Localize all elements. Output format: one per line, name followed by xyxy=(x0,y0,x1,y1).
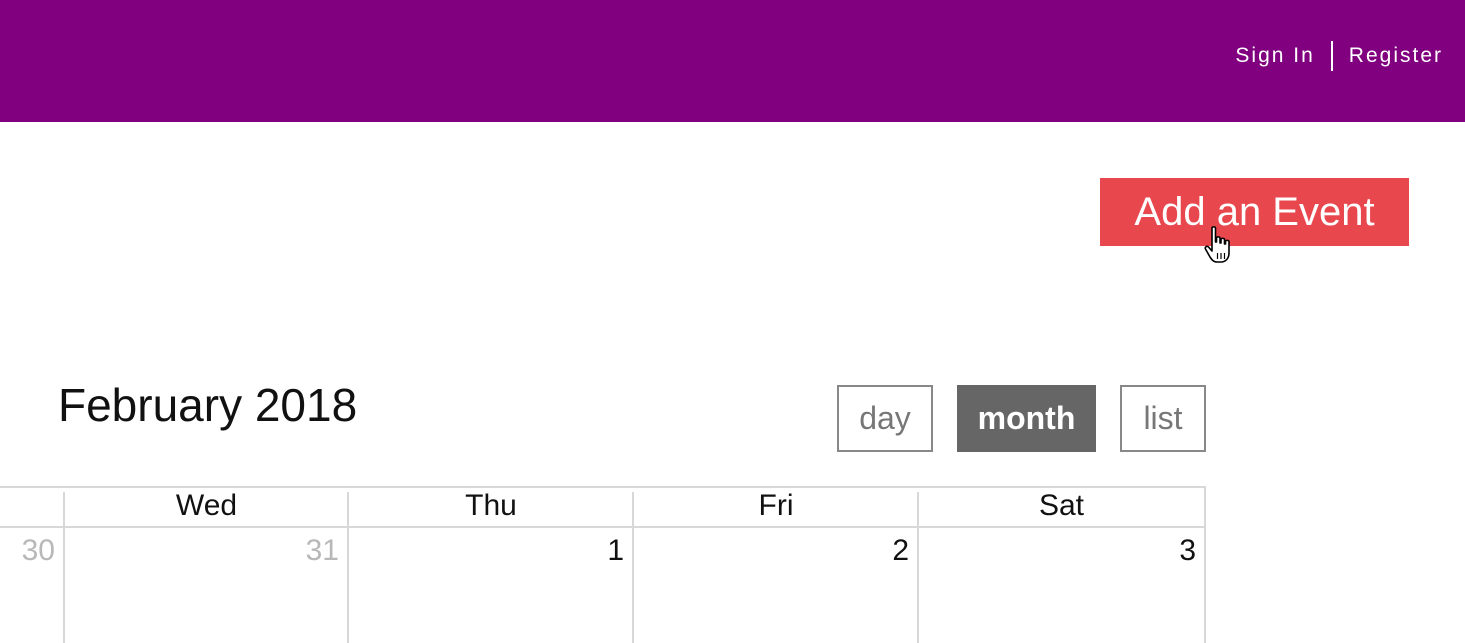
weekday-header: Sat xyxy=(1038,489,1085,522)
weekday-header: Wed xyxy=(175,489,238,522)
day-cell[interactable]: 3 xyxy=(919,528,1204,643)
sign-in-link[interactable]: Sign In xyxy=(1235,44,1314,68)
day-number: 1 xyxy=(607,534,624,567)
day-number: 2 xyxy=(892,534,909,567)
weekday-header: Fri xyxy=(758,489,794,522)
view-day-button[interactable]: day xyxy=(837,385,933,452)
day-number: 30 xyxy=(21,534,55,567)
auth-divider xyxy=(1330,41,1333,71)
weekday-header: Thu xyxy=(465,489,517,522)
calendar-grid: Wed Thu Fri Sat 30 31 1 2 3 xyxy=(0,486,1206,643)
calendar-title: February 2018 xyxy=(58,379,358,431)
register-link[interactable]: Register xyxy=(1349,44,1443,68)
calendar-week-row: 30 31 1 2 3 xyxy=(0,528,1206,643)
view-list-button[interactable]: list xyxy=(1120,385,1206,452)
top-navbar: Sign In Register xyxy=(0,0,1465,122)
day-number: 31 xyxy=(305,534,339,567)
day-cell[interactable]: 31 xyxy=(65,528,347,643)
day-cell[interactable]: 30 xyxy=(0,528,63,643)
day-cell[interactable]: 2 xyxy=(634,528,917,643)
weekday-header-row: Wed Thu Fri Sat xyxy=(0,486,1206,528)
add-event-button[interactable]: Add an Event xyxy=(1100,178,1409,246)
day-number: 3 xyxy=(1179,534,1196,567)
day-cell[interactable]: 1 xyxy=(349,528,632,643)
auth-links: Sign In Register xyxy=(1235,40,1443,72)
column-divider xyxy=(1204,528,1206,643)
view-month-button[interactable]: month xyxy=(957,385,1096,452)
